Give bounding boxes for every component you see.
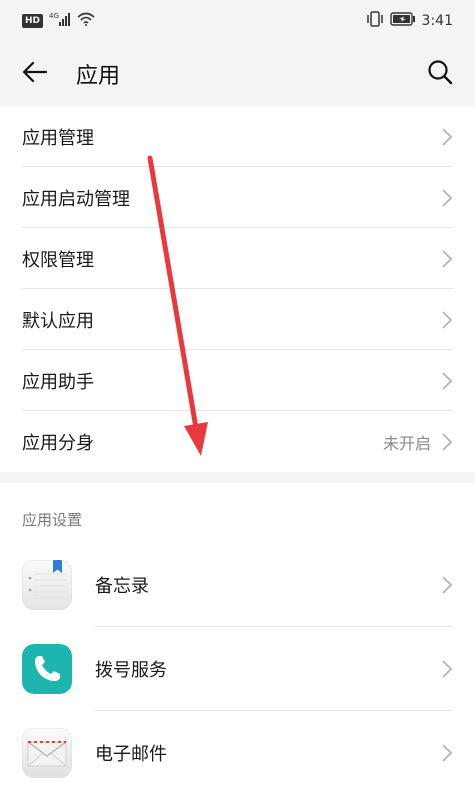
- chevron-right-icon: [442, 249, 453, 268]
- menu-item-label: 应用启动管理: [22, 188, 130, 210]
- chevron-right-icon: [442, 576, 453, 594]
- chevron-right-icon: [442, 310, 453, 329]
- menu-item-label: 默认应用: [22, 310, 94, 332]
- chevron-right-icon: [442, 188, 453, 207]
- menu-item-default-apps[interactable]: 默认应用: [0, 289, 475, 350]
- clock: 3:41: [421, 13, 453, 29]
- chevron-right-icon: [442, 660, 453, 678]
- app-menu-list: 应用管理 应用启动管理 权限管理 默认应用 应用助手 应用分身 未开启: [0, 106, 475, 472]
- battery-icon: [389, 12, 416, 30]
- menu-item-label: 应用管理: [22, 127, 94, 149]
- app-header: 应用: [0, 42, 475, 106]
- menu-item-label: 应用分身: [22, 432, 94, 454]
- chevron-right-icon: [442, 371, 453, 390]
- app-settings-item-label: 备忘录: [95, 576, 149, 597]
- search-icon[interactable]: [427, 59, 453, 89]
- app-settings-item-memo[interactable]: 备忘录: [0, 543, 475, 627]
- network-type: 4G: [49, 12, 59, 20]
- app-settings-item-label: 拨号服务: [95, 660, 167, 681]
- status-left: HD 4G: [22, 12, 95, 30]
- section-header: 应用设置: [0, 483, 475, 543]
- app-settings-item-label: 电子邮件: [95, 744, 167, 765]
- email-icon: [22, 728, 72, 778]
- chevron-right-icon: [442, 432, 453, 451]
- menu-item-app-management[interactable]: 应用管理: [0, 106, 475, 167]
- wifi-icon: [77, 12, 95, 30]
- phone-icon: [22, 644, 72, 694]
- app-settings-item-dialer[interactable]: 拨号服务: [0, 627, 475, 711]
- chevron-right-icon: [442, 127, 453, 146]
- section-divider: [0, 472, 475, 483]
- chevron-right-icon: [442, 744, 453, 762]
- status-right: 3:41: [366, 11, 453, 31]
- status-bar: HD 4G 3:41: [0, 0, 475, 42]
- menu-item-label: 应用助手: [22, 371, 94, 393]
- menu-item-permission-management[interactable]: 权限管理: [0, 228, 475, 289]
- menu-item-app-assistant[interactable]: 应用助手: [0, 350, 475, 411]
- signal-icon: 4G: [49, 12, 71, 30]
- menu-item-app-launch-management[interactable]: 应用启动管理: [0, 167, 475, 228]
- app-settings-item-email[interactable]: 电子邮件: [0, 711, 475, 789]
- back-icon[interactable]: [22, 61, 48, 87]
- menu-item-label: 权限管理: [22, 249, 94, 271]
- menu-item-status: 未开启: [382, 433, 431, 453]
- page-title: 应用: [76, 64, 121, 89]
- notepad-icon: [22, 560, 72, 610]
- hd-badge: HD: [22, 14, 44, 28]
- vibrate-icon: [366, 11, 384, 31]
- menu-item-app-twin[interactable]: 应用分身 未开启: [0, 411, 475, 472]
